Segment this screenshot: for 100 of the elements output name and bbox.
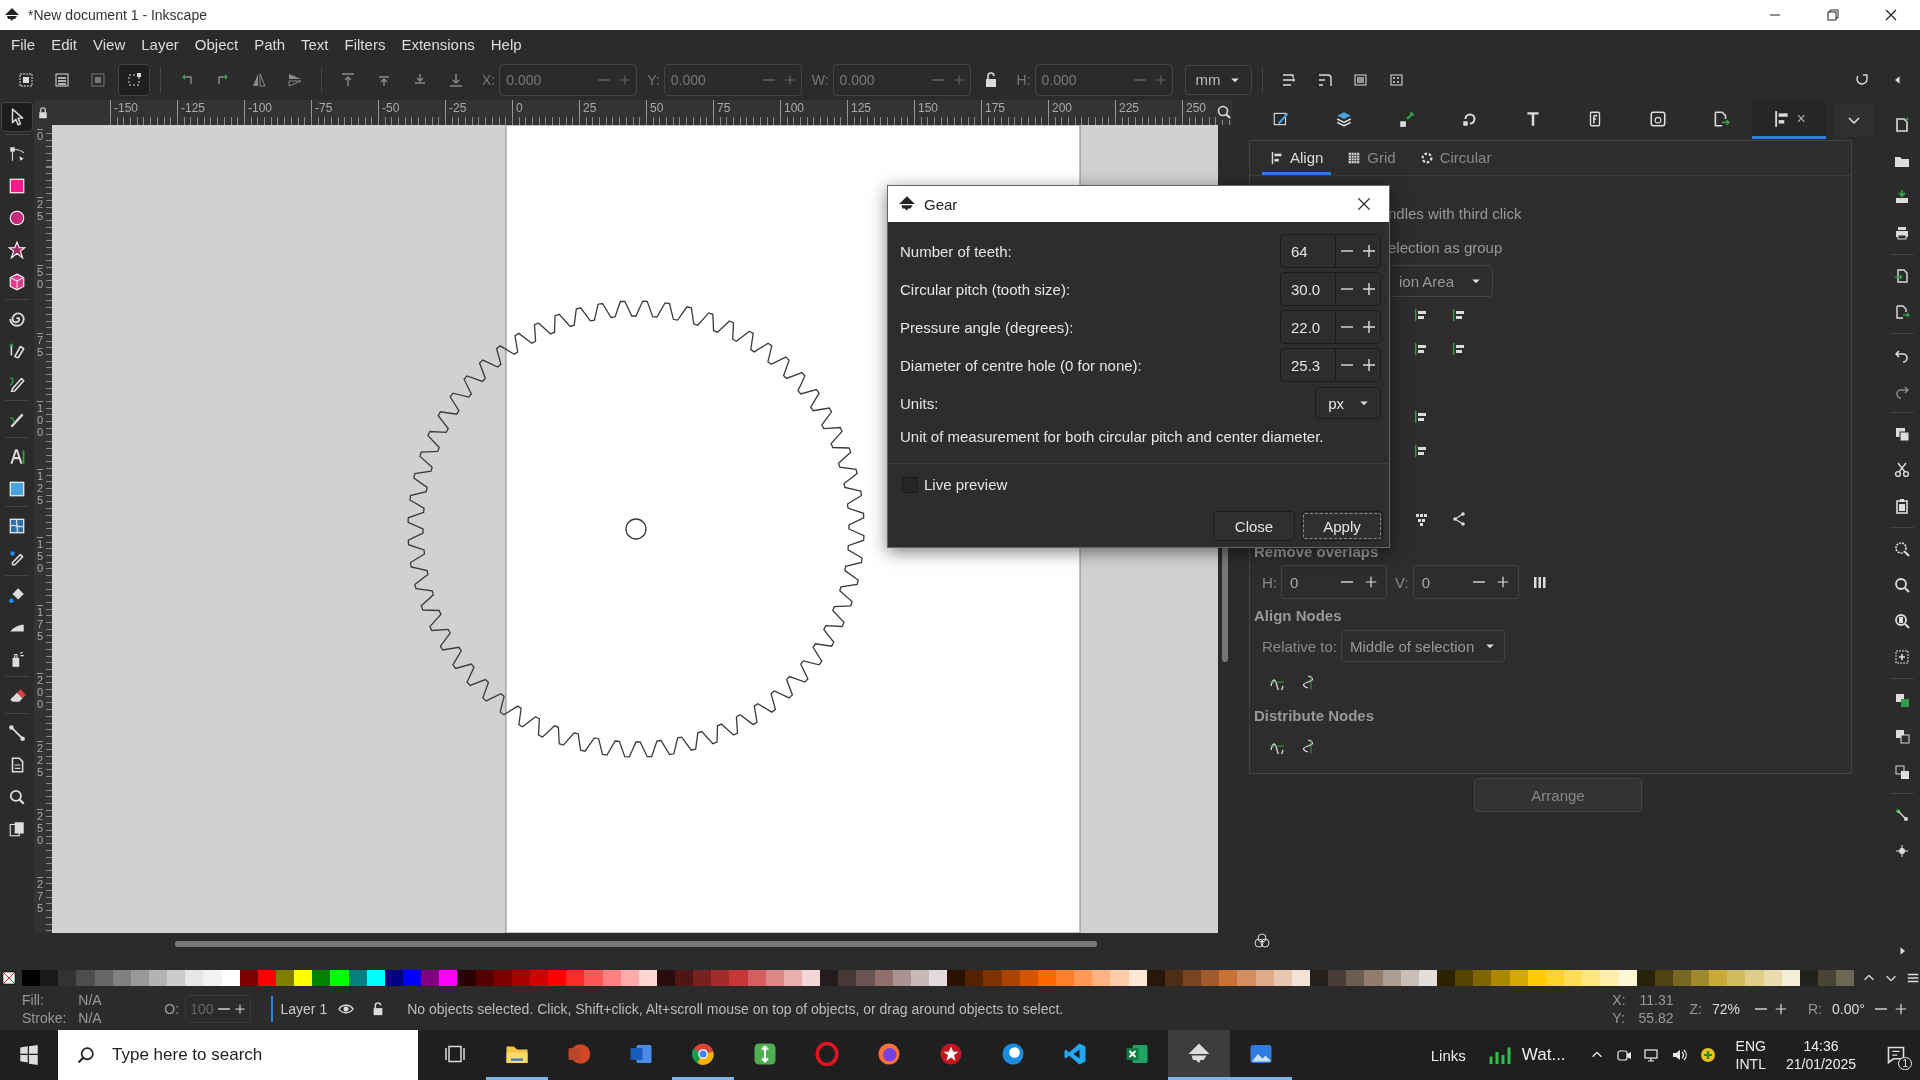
horizontal-gap-field[interactable]: 0 [1281, 565, 1387, 599]
menu-item[interactable]: Object [186, 36, 247, 53]
field-label: H: [1262, 573, 1277, 591]
arrange-button[interactable]: Arrange [1474, 778, 1642, 812]
option-label: election as group [1388, 238, 1503, 256]
apply-button[interactable]: Apply [1301, 511, 1383, 541]
field-label: Diameter of centre hole (0 for none): [900, 356, 1142, 374]
ruler-label: 0 [512, 100, 579, 117]
layer-selector[interactable]: Layer 1 [270, 995, 328, 1022]
ruler-label: 75 [37, 333, 44, 401]
field-label: W: [811, 71, 829, 88]
section-heading: Align Nodes [1253, 606, 1343, 626]
ruler-label: 200 [1048, 100, 1115, 117]
fill-value: N/A [78, 991, 103, 1008]
ruler-label: -25 [445, 100, 512, 117]
number-field[interactable]: 22.0 [1281, 311, 1336, 343]
menu-item[interactable]: Edit [43, 36, 86, 53]
ruler-label: -75 [311, 100, 378, 117]
field-label: Pressure angle (degrees): [900, 318, 1074, 336]
number-field[interactable]: 30.0 [1281, 273, 1336, 305]
ruler-label: 125 [847, 100, 914, 117]
search-field[interactable]: Type here to search [58, 1030, 418, 1080]
section-heading: Distribute Nodes [1253, 706, 1375, 726]
ruler-label: 100 [37, 401, 44, 469]
section-heading: Remove overlaps [1253, 542, 1380, 562]
fill-label: Fill: [22, 991, 45, 1008]
spin-field[interactable]: 30.0 [1280, 272, 1381, 306]
ruler-label: 50 [646, 100, 713, 117]
keyboard-layout-indicator[interactable]: INTL [1735, 1055, 1766, 1074]
ruler-label: 225 [37, 741, 44, 809]
ruler-label: -100 [244, 100, 311, 117]
field-label: H: [1016, 71, 1031, 88]
relative-to-dropdown[interactable]: Middle of selection [1341, 630, 1506, 662]
ruler-label: 175 [37, 605, 44, 673]
dock-tab[interactable]: × [1752, 101, 1827, 139]
field-label: Circular pitch (tooth size): [900, 280, 1071, 298]
close-dialog-button[interactable]: Close [1213, 511, 1295, 541]
menu-item[interactable]: File [3, 36, 44, 53]
units-dropdown[interactable]: px [1315, 387, 1381, 419]
notification-count: 1 [1898, 1057, 1912, 1070]
ruler-label: 200 [37, 673, 44, 741]
ruler-label: 250 [37, 809, 44, 877]
ruler-label: 150 [914, 100, 981, 117]
menu-item[interactable]: Help [482, 36, 530, 53]
spin-field[interactable]: 64 [1280, 234, 1381, 268]
menu-item[interactable]: View [85, 36, 134, 53]
number-field[interactable]: 25.3 [1281, 349, 1336, 381]
field-label: Number of teeth: [900, 242, 1012, 260]
status-message: No objects selected. Click, Shift+click, Alt+scroll mouse on top of objects, or drag around objects to select. [407, 1000, 1064, 1017]
clock-date[interactable]: 21/01/2025 [1785, 1055, 1856, 1074]
checkbox-label[interactable]: Live preview [924, 476, 1008, 493]
ruler-label: 100 [780, 100, 847, 117]
notifications-button[interactable]: 1 [1872, 1030, 1920, 1080]
field-label: V: [1395, 573, 1409, 591]
menu-item[interactable]: Filters [336, 36, 394, 53]
news-widget[interactable]: Wat... [1487, 1043, 1566, 1067]
language-indicator[interactable]: ENG [1735, 1036, 1766, 1055]
spin-field[interactable]: 22.0 [1280, 310, 1381, 344]
ruler-label: 50 [37, 265, 44, 333]
stroke-value: N/A [78, 1009, 103, 1026]
search-input[interactable]: Type here to search [110, 1044, 404, 1066]
dialog-title: Gear [924, 195, 958, 213]
hint-text: Unit of measurement for both circular pitch and center diameter. [900, 428, 1325, 447]
menu-item[interactable]: Layer [133, 36, 187, 53]
unit-dropdown[interactable]: mm [1184, 64, 1252, 95]
stroke-label: Stroke: [22, 1009, 67, 1026]
ruler-label: 275 [37, 877, 44, 933]
field-label: X: [482, 71, 496, 88]
links-toolbar[interactable]: Links [1430, 1046, 1466, 1064]
field-label: Relative to: [1262, 637, 1338, 655]
zoom-label: Z: [1689, 1000, 1702, 1017]
zoom-field[interactable]: 72% [1708, 994, 1792, 1023]
panel-tab[interactable]: Grid [1339, 143, 1404, 175]
ruler-label: 150 [37, 537, 44, 605]
cursor-y-value: 55.82 [1637, 1009, 1674, 1026]
clock-time[interactable]: 14:36 [1803, 1036, 1839, 1055]
vertical-gap-field[interactable]: 0 [1412, 565, 1519, 599]
ruler-label: 25 [579, 100, 646, 117]
opacity-label: O: [164, 1000, 180, 1017]
menu-item[interactable]: Text [293, 36, 337, 53]
cursor-y-label: Y: [1612, 1009, 1626, 1026]
close-tab-button[interactable]: × [1796, 109, 1806, 128]
rotation-label: R: [1808, 1000, 1822, 1017]
ruler-label: -50 [378, 100, 445, 117]
rotation-field[interactable]: 0.00° [1828, 994, 1912, 1023]
ruler-label: 0 [37, 129, 44, 197]
number-field[interactable]: 64 [1281, 235, 1336, 267]
menu-item[interactable]: Path [246, 36, 294, 53]
ruler-label: 225 [1115, 100, 1182, 117]
field-label: Units: [900, 394, 939, 412]
ruler-label: 125 [37, 469, 44, 537]
menu-item[interactable]: Extensions [393, 36, 483, 53]
ruler-label: 175 [981, 100, 1048, 117]
spin-field[interactable]: 25.3 [1280, 348, 1381, 382]
window-title: *New document 1 - Inkscape [28, 7, 207, 23]
panel-tab[interactable]: Align [1262, 143, 1332, 175]
cursor-x-label: X: [1612, 991, 1626, 1008]
field-label: Y: [647, 71, 660, 88]
ruler-label: 25 [37, 197, 44, 265]
panel-tab[interactable]: Circular [1411, 143, 1500, 175]
